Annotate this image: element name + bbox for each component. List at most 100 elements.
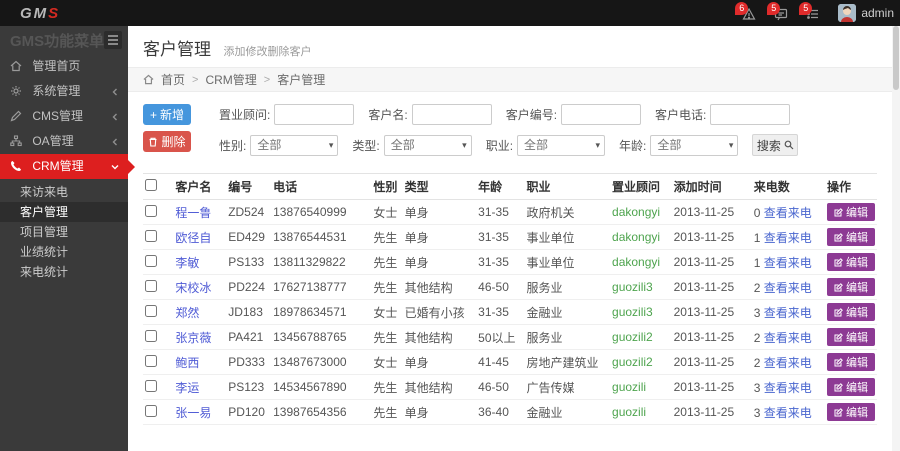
view-calls-link[interactable]: 查看来电 — [764, 231, 812, 245]
submenu-item-performance-stats[interactable]: 业绩统计 — [0, 242, 128, 262]
row-checkbox[interactable] — [145, 230, 157, 242]
edit-button[interactable]: 编辑 — [827, 378, 875, 396]
search-button[interactable]: 搜索 — [752, 134, 798, 156]
customer-code-filter-input[interactable] — [561, 104, 641, 125]
column-header-name: 客户名 — [173, 174, 226, 200]
customer-job-cell: 金融业 — [524, 300, 610, 325]
search-icon — [784, 140, 794, 150]
customer-gender-cell: 先生 — [371, 375, 402, 400]
edit-button[interactable]: 编辑 — [827, 353, 875, 371]
breadcrumb-customer[interactable]: 客户管理 — [277, 71, 325, 88]
submenu-item-call-stats[interactable]: 来电统计 — [0, 262, 128, 282]
customer-code-cell: PS133 — [226, 250, 271, 275]
scrollbar-thumb[interactable] — [893, 26, 899, 90]
row-checkbox[interactable] — [145, 305, 157, 317]
customer-name-link[interactable]: 李运 — [175, 381, 199, 395]
submenu-item-project-management[interactable]: 项目管理 — [0, 222, 128, 242]
select-all-checkbox[interactable] — [145, 179, 157, 191]
sidebar-item-crm[interactable]: CRM管理 — [0, 154, 128, 179]
customer-consultant-cell: guozili — [610, 400, 672, 425]
edit-button[interactable]: 编辑 — [827, 403, 875, 421]
customer-job-cell: 事业单位 — [524, 225, 610, 250]
row-checkbox[interactable] — [145, 205, 157, 217]
customer-name-link[interactable]: 张京薇 — [175, 331, 211, 345]
edit-button[interactable]: 编辑 — [827, 228, 875, 246]
submenu-item-visits-calls[interactable]: 来访来电 — [0, 182, 128, 202]
row-checkbox[interactable] — [145, 330, 157, 342]
add-button-label: 新增 — [160, 106, 184, 123]
gear-icon — [10, 85, 22, 97]
view-calls-link[interactable]: 查看来电 — [764, 331, 812, 345]
view-calls-link[interactable]: 查看来电 — [764, 306, 812, 320]
row-checkbox[interactable] — [145, 355, 157, 367]
call-count: 3 — [754, 406, 761, 420]
customer-phone-filter-input[interactable] — [710, 104, 790, 125]
table-row: 欧径自 ED429 13876544531 先生 单身 31-35 事业单位 d… — [143, 225, 877, 250]
edit-icon — [834, 308, 843, 317]
user-menu[interactable]: admin — [838, 4, 894, 22]
caret-down-icon: ▾ — [596, 136, 601, 155]
customer-name-link[interactable]: 宋校冰 — [175, 281, 211, 295]
table-row: 程一鲁 ZD524 13876540999 女士 单身 31-35 政府机关 d… — [143, 200, 877, 225]
edit-button[interactable]: 编辑 — [827, 278, 875, 296]
sidebar-item-home[interactable]: 管理首页 — [0, 54, 128, 79]
edit-button[interactable]: 编辑 — [827, 303, 875, 321]
customer-type-cell: 已婚有小孩 — [403, 300, 477, 325]
customer-name-link[interactable]: 李敏 — [175, 256, 199, 270]
job-filter-select[interactable]: 全部▾ — [517, 135, 605, 156]
edit-button-label: 编辑 — [846, 229, 868, 245]
task-notification-button[interactable]: 5 — [806, 5, 822, 21]
customer-consultant-cell: guozili3 — [610, 300, 672, 325]
consultant-filter-input[interactable] — [274, 104, 354, 125]
edit-button[interactable]: 编辑 — [827, 253, 875, 271]
chevron-left-icon — [111, 129, 119, 154]
view-calls-link[interactable]: 查看来电 — [764, 406, 812, 420]
call-count: 2 — [754, 356, 761, 370]
row-checkbox[interactable] — [145, 255, 157, 267]
table-row: 李运 PS123 14534567890 先生 其他结构 46-50 广告传媒 … — [143, 375, 877, 400]
scrollbar[interactable] — [892, 26, 900, 451]
customer-name-link[interactable]: 张一易 — [175, 406, 211, 420]
sidebar-item-oa[interactable]: OA管理 — [0, 129, 128, 154]
sidebar-item-cms[interactable]: CMS管理 — [0, 104, 128, 129]
view-calls-link[interactable]: 查看来电 — [764, 256, 812, 270]
column-header-type: 类型 — [403, 174, 477, 200]
customer-name-link[interactable]: 欧径自 — [175, 231, 211, 245]
breadcrumb-home[interactable]: 首页 — [161, 71, 185, 88]
row-checkbox[interactable] — [145, 280, 157, 292]
row-checkbox[interactable] — [145, 405, 157, 417]
customer-gender-cell: 先生 — [371, 225, 402, 250]
customer-name-link[interactable]: 鲍西 — [175, 356, 199, 370]
customer-name-link[interactable]: 郑然 — [175, 306, 199, 320]
row-checkbox[interactable] — [145, 380, 157, 392]
type-filter-select[interactable]: 全部▾ — [384, 135, 472, 156]
edit-button[interactable]: 编辑 — [827, 203, 875, 221]
column-header-job: 职业 — [524, 174, 610, 200]
gender-filter-select[interactable]: 全部▾ — [250, 135, 338, 156]
alert-notification-button[interactable]: 6 — [742, 5, 758, 21]
customer-gender-cell: 先生 — [371, 400, 402, 425]
add-button[interactable]: +新增 — [143, 104, 191, 125]
view-calls-link[interactable]: 查看来电 — [764, 281, 812, 295]
submenu-item-customer-management[interactable]: 客户管理 — [0, 202, 128, 222]
edit-button[interactable]: 编辑 — [827, 328, 875, 346]
sidebar-item-system[interactable]: 系统管理 — [0, 79, 128, 104]
view-calls-link[interactable]: 查看来电 — [764, 206, 812, 220]
customer-date-cell: 2013-11-25 — [672, 325, 752, 350]
customer-job-cell: 服务业 — [524, 325, 610, 350]
edit-icon — [834, 258, 843, 267]
delete-button[interactable]: 删除 — [143, 131, 191, 152]
view-calls-link[interactable]: 查看来电 — [764, 381, 812, 395]
customer-name-link[interactable]: 程一鲁 — [175, 206, 211, 220]
breadcrumb-crm[interactable]: CRM管理 — [205, 71, 256, 88]
customer-name-filter-input[interactable] — [412, 104, 492, 125]
customer-gender-cell: 先生 — [371, 250, 402, 275]
logo-gm: GM — [20, 5, 48, 22]
customer-age-cell: 31-35 — [476, 250, 524, 275]
customer-code-cell: ZD524 — [226, 200, 271, 225]
view-calls-link[interactable]: 查看来电 — [764, 356, 812, 370]
message-notification-button[interactable]: 5 — [774, 5, 790, 21]
age-filter-select[interactable]: 全部▾ — [650, 135, 738, 156]
sidebar: GMS功能菜单 管理首页 系统管理 CMS管理 OA管理 CRM管理 来访来电 … — [0, 26, 128, 451]
hamburger-menu-icon[interactable] — [104, 31, 122, 49]
